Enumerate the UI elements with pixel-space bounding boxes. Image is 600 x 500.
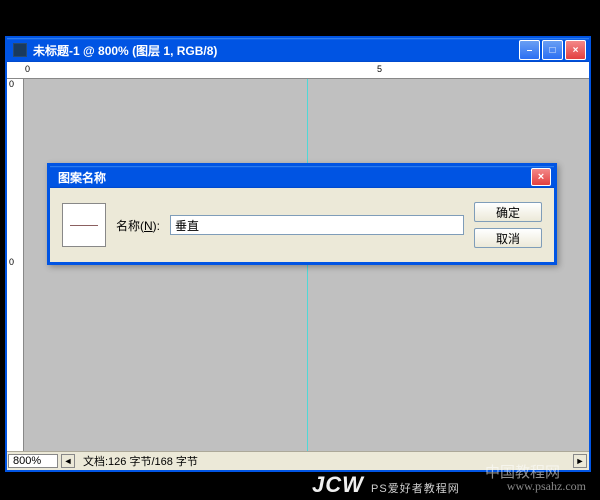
name-label: 名称(N): — [116, 217, 160, 234]
dialog-title: 图案名称 — [58, 169, 531, 186]
vertical-ruler[interactable]: 0 0 — [7, 79, 24, 451]
ok-button[interactable]: 确定 — [474, 202, 542, 222]
pattern-name-dialog: 图案名称 × 名称(N): 确定 取消 — [47, 163, 557, 265]
close-button[interactable]: × — [565, 40, 586, 60]
window-controls: – □ × — [519, 40, 586, 60]
window-title: 未标题-1 @ 800% (图层 1, RGB/8) — [33, 42, 519, 59]
ruler-tick: 0 — [25, 64, 30, 74]
label-hotkey: N — [144, 219, 153, 233]
pattern-preview — [62, 203, 106, 247]
status-arrow-right[interactable]: ► — [573, 454, 587, 468]
dialog-close-button[interactable]: × — [531, 168, 551, 186]
pattern-line-icon — [70, 225, 98, 226]
ruler-tick: 0 — [9, 257, 14, 267]
status-arrow-left[interactable]: ◄ — [61, 454, 75, 468]
ruler-tick: 0 — [9, 79, 14, 89]
window-titlebar[interactable]: 未标题-1 @ 800% (图层 1, RGB/8) – □ × — [7, 38, 589, 62]
name-input[interactable] — [170, 215, 464, 235]
app-icon — [13, 43, 27, 57]
dialog-body: 名称(N): 确定 取消 — [50, 188, 554, 262]
watermark-sub: PS爱好者教程网 — [371, 483, 460, 495]
zoom-input[interactable]: 800% — [8, 454, 58, 468]
watermark-url: www.psahz.com — [507, 479, 586, 494]
cancel-button[interactable]: 取消 — [474, 228, 542, 248]
maximize-button[interactable]: □ — [542, 40, 563, 60]
minimize-button[interactable]: – — [519, 40, 540, 60]
watermark-logo: JCW PS爱好者教程网 — [312, 472, 460, 498]
label-text: ): — [153, 219, 160, 233]
horizontal-ruler[interactable]: 0 5 — [7, 62, 589, 79]
dialog-titlebar[interactable]: 图案名称 × — [50, 166, 554, 188]
watermark-logo-text: JCW — [312, 472, 364, 497]
canvas[interactable] — [24, 79, 589, 451]
dialog-buttons: 确定 取消 — [474, 202, 542, 248]
vertical-guide[interactable] — [307, 79, 308, 451]
workspace: 0 0 — [7, 79, 589, 451]
ruler-tick: 5 — [377, 64, 382, 74]
label-text: 名称( — [116, 219, 144, 233]
